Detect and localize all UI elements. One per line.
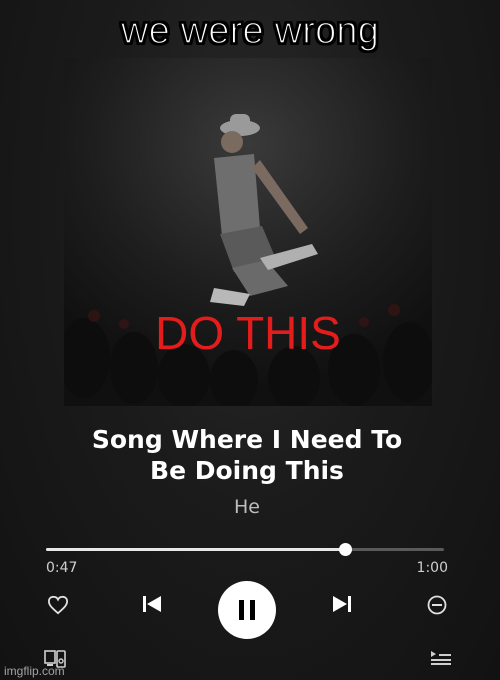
- minus-circle-icon: [427, 595, 447, 615]
- progress-fill: [46, 548, 345, 551]
- meme-caption: we were wrong: [120, 9, 380, 53]
- progress-thumb[interactable]: [338, 543, 352, 556]
- heart-icon: [47, 595, 69, 615]
- track-title-line1: Song Where I Need To: [91, 425, 403, 454]
- skip-previous-icon: [143, 596, 161, 612]
- next-track-button[interactable]: [328, 590, 356, 618]
- queue-button[interactable]: [428, 648, 454, 670]
- skip-next-icon: [333, 596, 351, 612]
- pause-icon: [239, 600, 255, 620]
- player-screen: we were wrong DO THIS Song Where I Need …: [0, 0, 500, 680]
- album-art-text: DO THIS: [155, 307, 341, 359]
- remove-button[interactable]: [424, 592, 450, 618]
- like-button[interactable]: [44, 592, 72, 618]
- total-time: 1:00: [416, 560, 448, 576]
- elapsed-time: 0:47: [46, 560, 78, 576]
- album-art: DO THIS: [64, 58, 432, 406]
- progress-bar[interactable]: [46, 543, 444, 556]
- previous-track-button[interactable]: [138, 590, 166, 618]
- track-title[interactable]: Song Where I Need To Be Doing This: [0, 424, 494, 486]
- imgflip-watermark: imgflip.com: [4, 664, 65, 678]
- play-pause-button[interactable]: [218, 581, 276, 639]
- queue-icon: [431, 651, 451, 665]
- track-artist[interactable]: He: [0, 496, 494, 518]
- track-title-line2: Be Doing This: [150, 456, 344, 485]
